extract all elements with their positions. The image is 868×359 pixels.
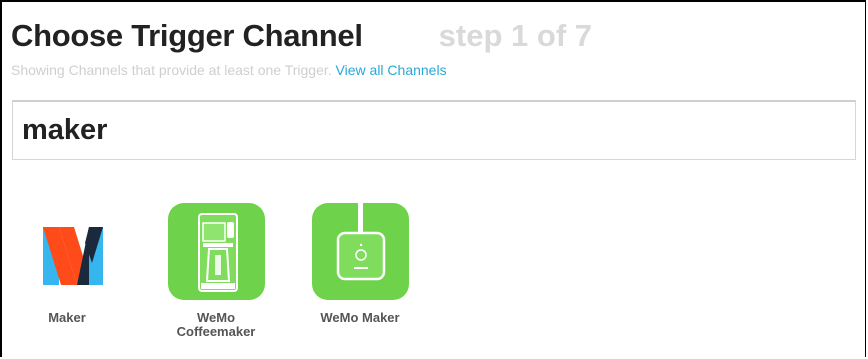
channel-label: Maker xyxy=(48,310,86,325)
channel-label: WeMo Maker xyxy=(320,310,400,325)
channel-label-line-2: Coffeemaker xyxy=(176,324,256,339)
view-all-channels-link[interactable]: View all Channels xyxy=(336,62,447,78)
wemo-maker-device-icon xyxy=(311,203,409,300)
coffeemaker-icon xyxy=(167,203,265,300)
channel-maker[interactable]: Maker xyxy=(12,203,122,325)
channel-wemo-maker[interactable]: WeMo Maker xyxy=(305,203,415,325)
channel-wemo-coffeemaker[interactable]: WeMo Coffeemaker xyxy=(161,203,271,339)
channel-label: WeMo Coffeemaker xyxy=(161,311,271,339)
step-indicator: step 1 of 7 xyxy=(438,18,592,53)
page-header: Choose Trigger Channel step 1 of 7 xyxy=(11,18,592,54)
page-subtitle: Showing Channels that provide at least o… xyxy=(11,62,447,78)
subtitle-text: Showing Channels that provide at least o… xyxy=(11,62,332,78)
page-title: Choose Trigger Channel xyxy=(11,18,363,53)
maker-m-logo-icon xyxy=(19,203,116,300)
channel-label-line-1: WeMo xyxy=(196,310,236,325)
channel-search-input[interactable] xyxy=(12,100,856,160)
